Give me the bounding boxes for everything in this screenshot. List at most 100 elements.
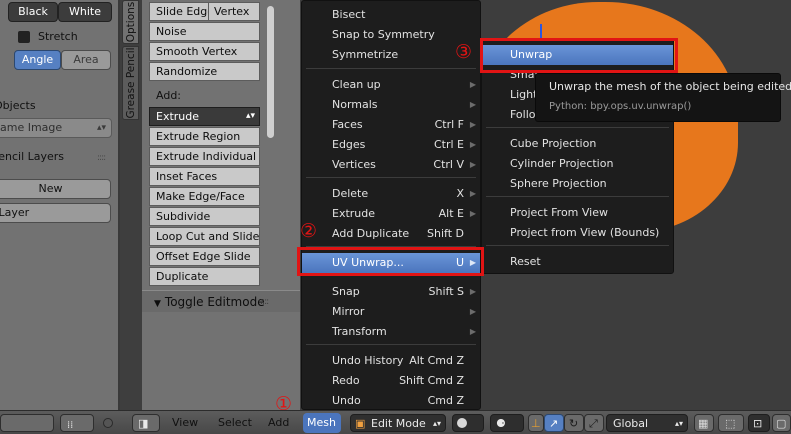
panel-grip-icon[interactable]: :::: <box>97 153 106 163</box>
mesh-menu-item[interactable]: Symmetrize <box>302 45 480 65</box>
tooltip-description: Unwrap the mesh of the object being edit… <box>549 80 791 93</box>
add-heading: Add: <box>156 89 182 102</box>
scale-manipulator[interactable]: ⤢ <box>584 414 604 432</box>
mesh-menu-item[interactable]: Mirror ▶ <box>302 302 480 322</box>
mode-select[interactable]: ▣ Edit Mode ▴▾ <box>350 414 446 432</box>
toggle-editmode-panel[interactable]: ▼ Toggle Editmode :::: <box>142 290 300 312</box>
subdivide-button[interactable]: Subdivide <box>149 207 260 226</box>
tab-options[interactable]: Options <box>122 0 139 44</box>
submenu-arrow-icon: ▶ <box>469 287 476 296</box>
tab-options-label: Options <box>124 1 137 43</box>
pivot-select[interactable]: ⚈ <box>490 414 524 432</box>
menu-item-shortcut: Ctrl V <box>433 158 464 171</box>
manipulator-toggle[interactable]: ⊥ <box>528 414 544 432</box>
view-menu[interactable]: View <box>172 414 198 432</box>
vertex-select-mode[interactable]: ⬚ <box>718 414 744 432</box>
uv-menu-item[interactable]: Reset <box>482 252 673 272</box>
extrude-individual-button[interactable]: Extrude Individual <box>149 147 260 166</box>
orientation-value: Global <box>613 417 649 430</box>
mesh-menu-item[interactable]: Vertices Ctrl V ▶ <box>302 155 480 175</box>
menu-separator <box>486 196 669 197</box>
record-icon[interactable] <box>103 418 113 428</box>
mesh-menu-item[interactable]: Extrude Alt E ▶ <box>302 204 480 224</box>
pivot-icon: ⚈ <box>496 417 506 430</box>
submenu-arrow-icon: ▶ <box>469 327 476 336</box>
mesh-menu-item[interactable]: Edges Ctrl E ▶ <box>302 135 480 155</box>
submenu-arrow-icon: ▶ <box>469 80 476 89</box>
menu-item-shortcut: Cmd Z <box>427 394 464 407</box>
smooth-vertex-button[interactable]: Smooth Vertex <box>149 42 260 61</box>
loop-cut-slide-button[interactable]: Loop Cut and Slide <box>149 227 260 246</box>
uv-menu-item[interactable]: Project from View (Bounds) <box>482 223 673 243</box>
new-layer-button[interactable]: New Layer <box>0 203 111 223</box>
mesh-menu-item[interactable]: Undo History Alt Cmd Z <box>302 351 480 371</box>
mesh-menu-item[interactable]: Redo Shift Cmd Z <box>302 371 480 391</box>
face-select-mode[interactable]: ▢ <box>772 414 791 432</box>
stretch-checkbox[interactable] <box>18 31 30 43</box>
editor-type-select[interactable]: ⁞⁞ <box>60 414 94 432</box>
menu-item-shortcut: U <box>455 256 464 269</box>
edge-select-mode[interactable]: ⊡ <box>748 414 770 432</box>
orientation-select[interactable]: Global ▴▾ <box>606 414 688 432</box>
tool-shelf-scrollbar[interactable] <box>265 0 275 280</box>
collapse-triangle-icon[interactable]: ▼ <box>154 299 161 309</box>
menu-item-label: Unwrap <box>510 48 553 61</box>
mesh-menu-item[interactable]: Normals ▶ <box>302 95 480 115</box>
extrude-region-button[interactable]: Extrude Region <box>149 127 260 146</box>
uv-menu-item[interactable]: Sphere Projection <box>482 174 673 194</box>
menu-item-label: Redo <box>332 374 360 387</box>
unwrap-tooltip: Unwrap the mesh of the object being edit… <box>535 73 791 122</box>
left-editor-toggle[interactable] <box>0 414 54 432</box>
add-menu[interactable]: Add <box>268 414 289 432</box>
menu-item-label: Clean up <box>332 78 381 91</box>
mesh-menu-item[interactable]: Add Duplicate Shift D <box>302 224 480 244</box>
slide-edge-button[interactable]: Slide Edge <box>149 2 214 21</box>
mesh-menu-item[interactable]: UV Unwrap... U ▶ <box>302 253 480 273</box>
black-button[interactable]: Black <box>8 2 58 22</box>
mesh-menu-button[interactable]: Mesh <box>303 413 341 433</box>
rotate-manipulator[interactable]: ↻ <box>564 414 584 432</box>
inset-faces-button[interactable]: Inset Faces <box>149 167 260 186</box>
uv-menu-item[interactable]: Unwrap <box>482 45 673 65</box>
uv-menu-item[interactable]: Cylinder Projection <box>482 154 673 174</box>
menu-separator <box>486 127 669 128</box>
edge-select-icon: ⊡ <box>753 417 763 430</box>
mesh-menu-item[interactable]: Faces Ctrl F ▶ <box>302 115 480 135</box>
vertex-button[interactable]: Vertex <box>208 2 260 21</box>
mesh-menu-item[interactable]: Transform ▶ <box>302 322 480 342</box>
mesh-menu-item[interactable]: Clean up ▶ <box>302 75 480 95</box>
mesh-menu-item[interactable]: Snap to Symmetry <box>302 25 480 45</box>
uv-menu-item[interactable]: Cube Projection <box>482 134 673 154</box>
scrollbar-thumb[interactable] <box>267 6 274 138</box>
white-button[interactable]: White <box>58 2 112 22</box>
make-edge-face-button[interactable]: Make Edge/Face <box>149 187 260 206</box>
angle-button[interactable]: Angle <box>14 50 61 70</box>
cube-icon: ◨ <box>138 417 149 430</box>
mesh-menu-item[interactable]: Delete X ▶ <box>302 184 480 204</box>
extrude-button[interactable]: Extrude ▴▾ <box>149 107 260 126</box>
annotation-step-2: ② <box>300 220 318 242</box>
translate-manipulator[interactable]: ↗ <box>544 414 564 432</box>
select-menu[interactable]: Select <box>218 414 252 432</box>
mesh-menu-item[interactable]: Snap Shift S ▶ <box>302 282 480 302</box>
same-image-select[interactable]: Same Image ▴▾ <box>0 118 112 138</box>
noise-button[interactable]: Noise <box>149 22 260 41</box>
3d-view-editor-select[interactable]: ◨ <box>132 414 160 432</box>
area-button[interactable]: Area <box>61 50 111 70</box>
layer-toggle[interactable]: ▦ <box>694 414 714 432</box>
panel-grip-icon[interactable]: :::: <box>260 291 269 313</box>
new-button[interactable]: New <box>0 179 111 199</box>
offset-edge-slide-button[interactable]: Offset Edge Slide <box>149 247 260 266</box>
menu-item-label: Snap <box>332 285 360 298</box>
tab-grease-pencil[interactable]: Grease Pencil <box>122 46 139 120</box>
duplicate-button[interactable]: Duplicate <box>149 267 260 286</box>
mesh-menu-item[interactable]: Undo Cmd Z <box>302 391 480 411</box>
stretch-label: Stretch <box>38 30 78 43</box>
shading-select[interactable] <box>452 414 484 432</box>
axis-icon: ⊥ <box>531 417 541 430</box>
uv-menu-item[interactable]: Project From View <box>482 203 673 223</box>
menu-separator <box>306 275 476 276</box>
mesh-menu-item[interactable]: Bisect <box>302 5 480 25</box>
submenu-arrow-icon: ▶ <box>469 120 476 129</box>
randomize-button[interactable]: Randomize <box>149 62 260 81</box>
